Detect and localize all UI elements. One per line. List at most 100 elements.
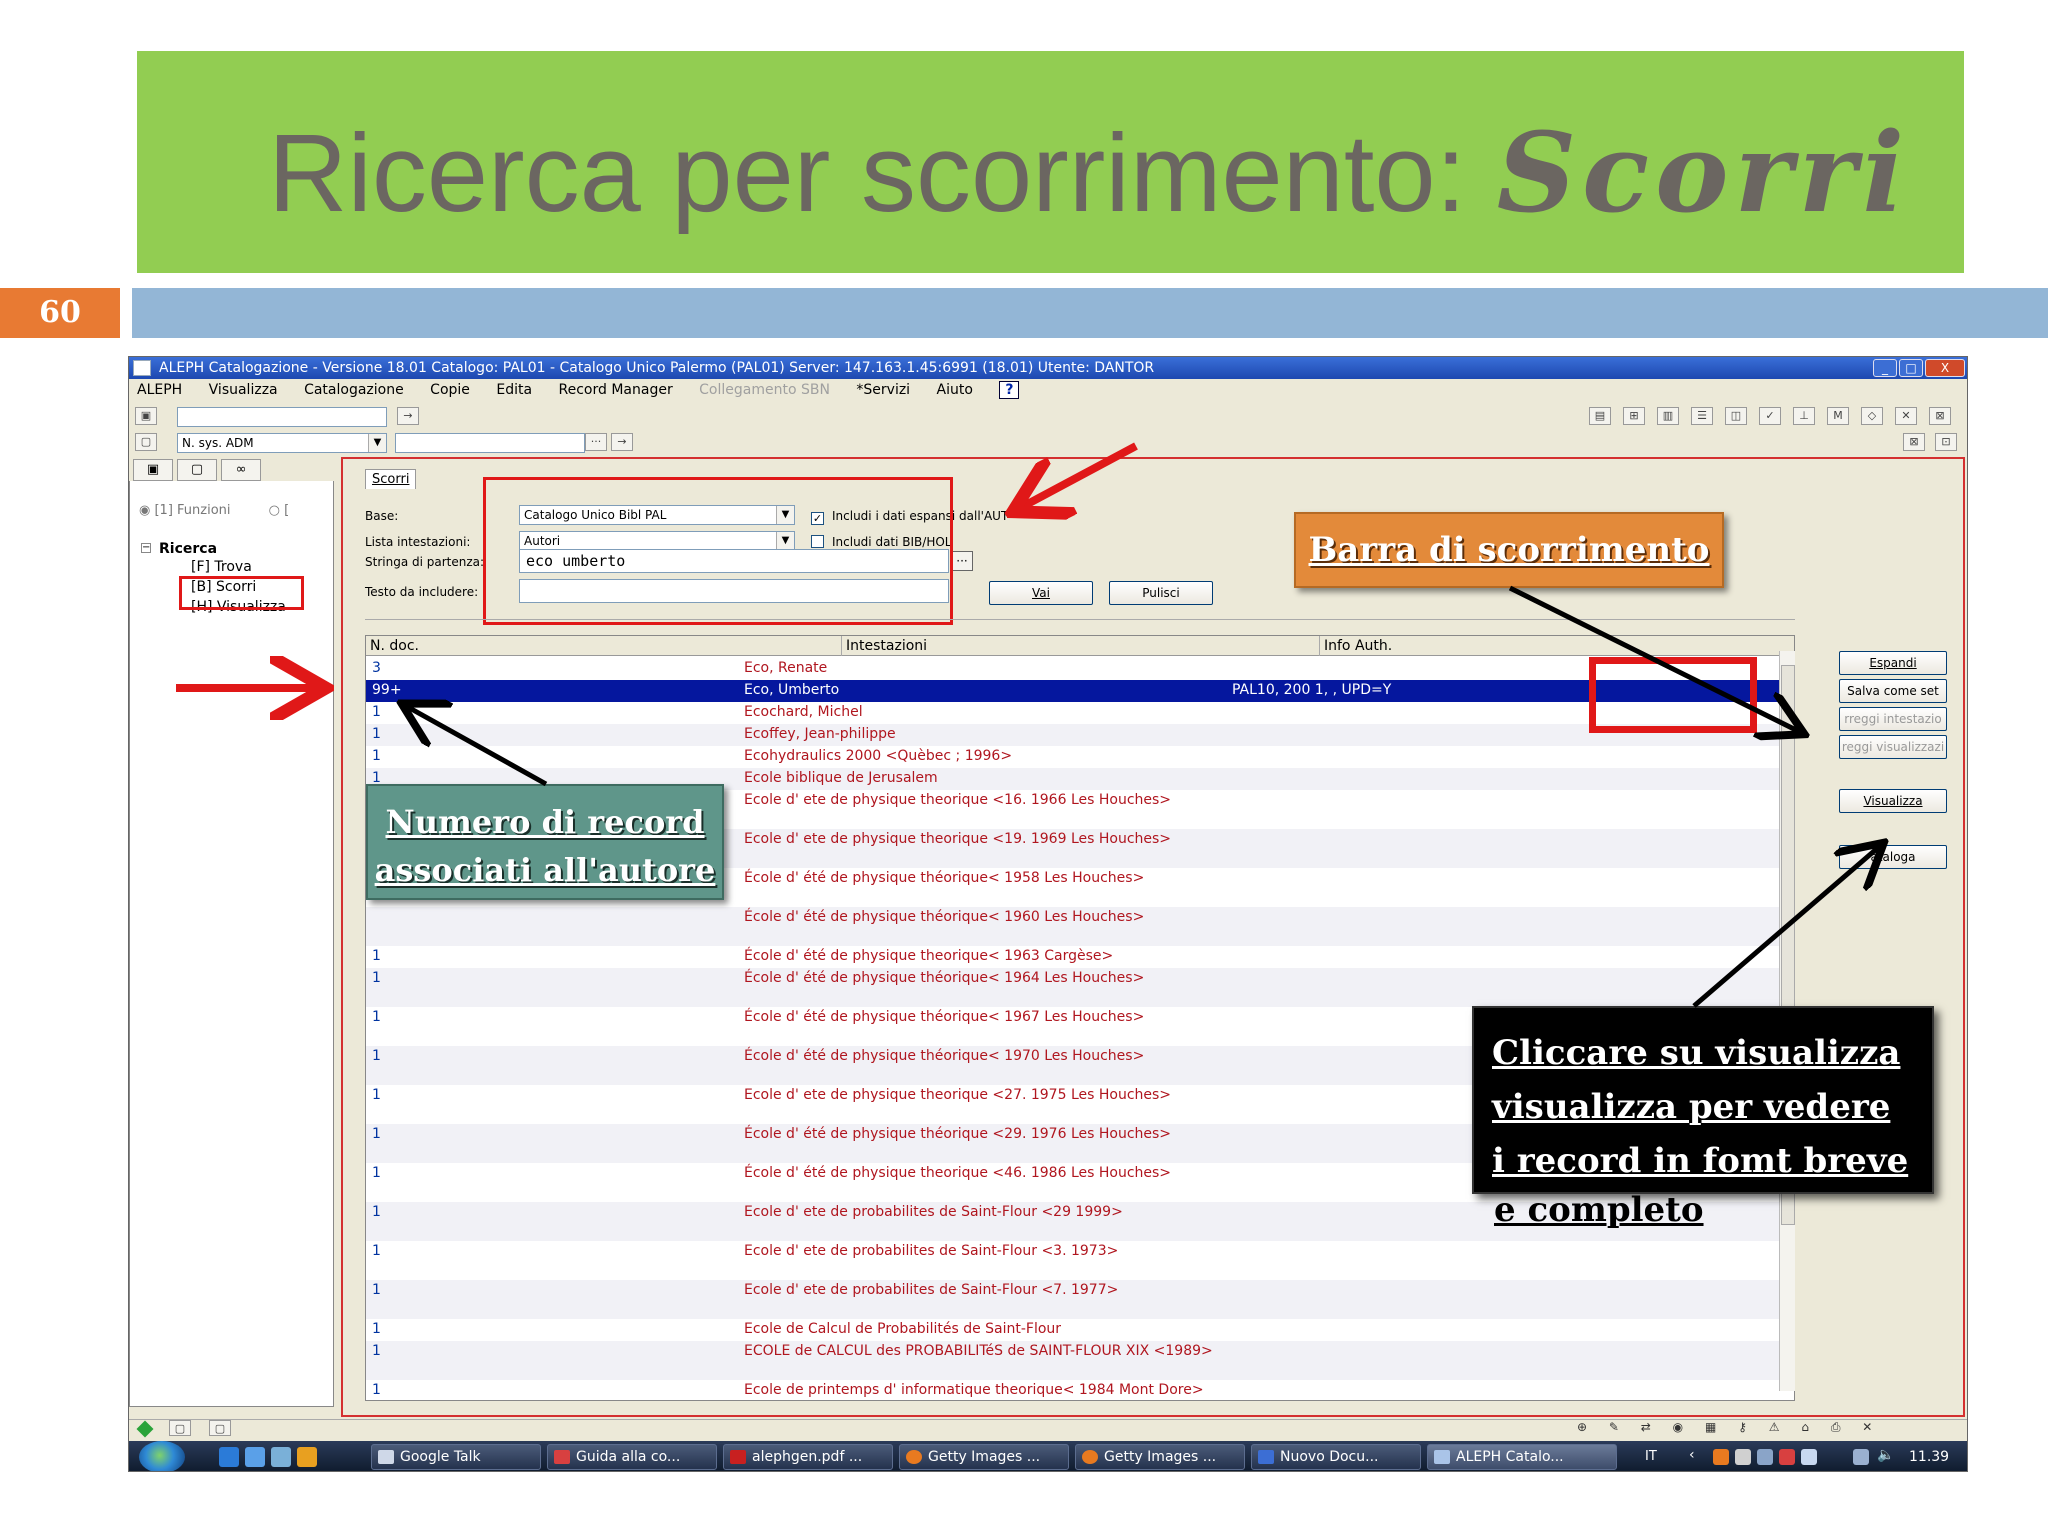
task-getty-1[interactable]: Getty Images ...: [899, 1444, 1069, 1470]
window-icon[interactable]: ▢: [135, 433, 157, 451]
col-info-auth[interactable]: Info Auth.: [1320, 636, 1794, 656]
stringa-dots-button[interactable]: ···: [951, 551, 973, 571]
tab-scorri[interactable]: Scorri: [365, 469, 417, 489]
table-row[interactable]: 1 Ecole d' ete de probabilites de Saint-F…: [366, 1241, 1786, 1280]
table-row[interactable]: 1 École d' été de physique theorique< 196…: [366, 946, 1786, 968]
menu-servizi[interactable]: *Servizi: [856, 382, 910, 398]
table-row[interactable]: 1 Ecole de printemps d' informatique theo…: [366, 1380, 1786, 1400]
cataloga-button[interactable]: ataloga: [1839, 845, 1947, 869]
col-n-doc[interactable]: N. doc.: [366, 636, 842, 656]
tree-node-ricerca[interactable]: − Ricerca: [141, 541, 217, 557]
scanner-icon[interactable]: ▣: [135, 407, 157, 425]
menu-catalogazione[interactable]: Catalogazione: [304, 382, 404, 398]
task-google-talk[interactable]: Google Talk: [371, 1444, 541, 1470]
book-icon[interactable]: ▥: [1657, 407, 1679, 425]
table-row[interactable]: 1 Ecole de Calcul de Probabilités de Sain…: [366, 1319, 1786, 1341]
task-getty-2[interactable]: Getty Images ...: [1075, 1444, 1245, 1470]
sys-number-input[interactable]: [395, 433, 585, 453]
close-button[interactable]: X: [1925, 359, 1965, 377]
task-guida[interactable]: Guida alla co...: [547, 1444, 717, 1470]
table-row[interactable]: 1 Ecochard, Michel: [366, 702, 1786, 724]
check-icon[interactable]: ✓: [1759, 407, 1781, 425]
correggi-visualizzazione-button[interactable]: reggi visualizzazi: [1839, 735, 1947, 759]
pin-icon[interactable]: ⊠: [1903, 433, 1925, 451]
browse-dots-button[interactable]: ···: [585, 433, 607, 451]
language-indicator[interactable]: IT: [1645, 1449, 1657, 1464]
list-icon[interactable]: ☰: [1691, 407, 1713, 425]
tray-firefox-icon[interactable]: [1713, 1449, 1729, 1465]
status-close-icon[interactable]: ✕: [1862, 1420, 1872, 1434]
table-row[interactable]: 1 Ecohydraulics 2000 <Quèbec ; 1996>: [366, 746, 1786, 768]
unpin-icon[interactable]: ⊡: [1935, 433, 1957, 451]
record-icon[interactable]: ◫: [1725, 407, 1747, 425]
start-button[interactable]: [139, 1441, 185, 1471]
tree-collapse-icon[interactable]: −: [141, 543, 151, 553]
desktop-icon[interactable]: [245, 1447, 265, 1467]
menu-edita[interactable]: Edita: [496, 382, 532, 398]
status-swap-icon[interactable]: ⇄: [1641, 1420, 1651, 1434]
status-edit-icon[interactable]: ✎: [1609, 1420, 1619, 1434]
espandi-button[interactable]: Espandi: [1839, 651, 1947, 675]
status-copy-icon[interactable]: ▢: [209, 1420, 231, 1436]
table-row[interactable]: 1 École d' été de physique théorique< 196…: [366, 968, 1786, 1007]
go-arrow-icon[interactable]: →: [397, 407, 419, 425]
menu-copie[interactable]: Copie: [430, 382, 470, 398]
status-key-icon[interactable]: ⚷: [1738, 1420, 1747, 1434]
sys-number-combo[interactable]: N. sys. ADM ▼: [177, 433, 387, 453]
delete-icon[interactable]: ✕: [1895, 407, 1917, 425]
visualizza-button[interactable]: Visualizza: [1839, 789, 1947, 813]
tray-security-icon[interactable]: [1779, 1449, 1795, 1465]
table-row[interactable]: 1 ECOLE de CALCUL des PROBABILITéS de SAI…: [366, 1341, 1786, 1380]
tray-app-icon[interactable]: [1735, 1449, 1751, 1465]
taskbar-clock[interactable]: 11.39: [1909, 1449, 1949, 1465]
help-icon[interactable]: ?: [999, 381, 1020, 399]
table-row[interactable]: École d' été de physique théorique< 1960…: [366, 907, 1786, 946]
vai-button[interactable]: Vai: [989, 581, 1093, 605]
pulisci-button[interactable]: Pulisci: [1109, 581, 1213, 605]
ie-icon[interactable]: [219, 1447, 239, 1467]
salva-come-set-button[interactable]: Salva come set: [1839, 679, 1947, 703]
status-printer-icon[interactable]: ⎙: [1831, 1420, 1841, 1434]
table-row[interactable]: 1 Ecoffey, Jean-philippe: [366, 724, 1786, 746]
status-table-icon[interactable]: ▦: [1705, 1420, 1716, 1434]
fork-icon[interactable]: ⊥: [1793, 407, 1815, 425]
volume-icon[interactable]: 🔈: [1877, 1447, 1894, 1463]
tree-item-trova[interactable]: [F] Trova: [191, 559, 252, 575]
table-row[interactable]: 1 Ecole d' ete de probabilites de Saint-F…: [366, 1280, 1786, 1319]
command-input[interactable]: [177, 407, 387, 427]
status-net-icon[interactable]: ⊕: [1577, 1420, 1587, 1434]
table-row[interactable]: 99+ Eco, Umberto PAL10, 200 1, , UPD=Y: [366, 680, 1786, 702]
tray-monitor-icon[interactable]: [1801, 1449, 1817, 1465]
maximize-button[interactable]: □: [1899, 359, 1923, 377]
task-alephgen[interactable]: alephgen.pdf ...: [723, 1444, 893, 1470]
media-icon[interactable]: [297, 1447, 317, 1467]
status-globe-icon[interactable]: ◉: [1673, 1420, 1683, 1434]
menu-record-manager[interactable]: Record Manager: [559, 382, 673, 398]
chevron-down-icon[interactable]: ▼: [368, 434, 386, 452]
explorer-icon[interactable]: [271, 1447, 291, 1467]
sys-go-arrow-icon[interactable]: →: [611, 433, 633, 451]
tray-display-icon[interactable]: [1853, 1449, 1869, 1465]
radio-second[interactable]: ○ [: [269, 503, 290, 518]
tab-search-binoculars-icon[interactable]: ∞: [221, 459, 261, 481]
minimize-button[interactable]: _: [1873, 359, 1897, 377]
task-nuovo-documento[interactable]: Nuovo Docu...: [1251, 1444, 1421, 1470]
menu-aiuto[interactable]: Aiuto: [937, 382, 973, 398]
task-aleph[interactable]: ALEPH Catalo...: [1427, 1444, 1617, 1470]
status-warning-icon[interactable]: ⚠: [1769, 1420, 1780, 1434]
col-intestazioni[interactable]: Intestazioni: [842, 636, 1320, 656]
status-home-icon[interactable]: ⌂: [1801, 1420, 1809, 1434]
tab-window-icon[interactable]: ▢: [177, 459, 217, 481]
marc-icon[interactable]: M: [1827, 407, 1849, 425]
menu-aleph[interactable]: ALEPH: [137, 382, 182, 398]
print-icon[interactable]: ▤: [1589, 407, 1611, 425]
tray-expand-icon[interactable]: ‹: [1689, 1447, 1695, 1463]
correggi-intestazione-button[interactable]: rreggi intestazio: [1839, 707, 1947, 731]
tray-network-icon[interactable]: [1757, 1449, 1773, 1465]
menu-visualizza[interactable]: Visualizza: [209, 382, 278, 398]
status-window-icon[interactable]: ▢: [169, 1420, 191, 1436]
tree-icon[interactable]: ⊞: [1623, 407, 1645, 425]
expand-icon[interactable]: ◇: [1861, 407, 1883, 425]
radio-funzioni[interactable]: ◉ [1] Funzioni: [139, 503, 231, 518]
close-record-icon[interactable]: ⊠: [1929, 407, 1951, 425]
